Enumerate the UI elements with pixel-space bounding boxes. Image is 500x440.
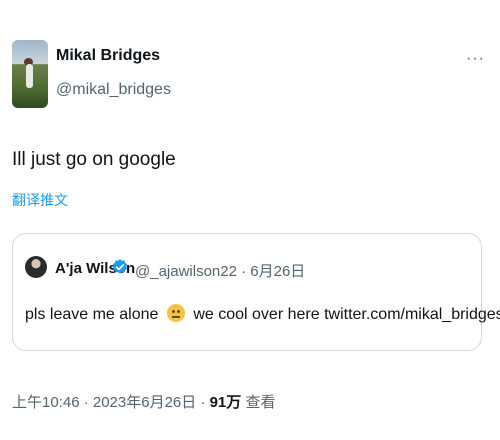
tweet-footer: 上午10:46 · 2023年6月26日 · 91万 查看 — [12, 391, 275, 412]
tweet-timestamp[interactable]: 上午10:46 · 2023年6月26日 · — [12, 394, 210, 411]
views-label: 查看 — [241, 394, 276, 411]
verified-badge-icon — [112, 259, 128, 274]
author-name[interactable]: Mikal Bridges — [56, 47, 160, 65]
author-avatar[interactable] — [12, 40, 48, 108]
translate-link[interactable]: 翻译推文 — [12, 190, 68, 210]
quoted-text-before: pls leave me alone — [25, 306, 159, 323]
avatar-figure-body — [26, 64, 33, 88]
quoted-tweet[interactable]: A'ja Wilson @_ajawilson22 · 6月26日 pls le… — [12, 233, 500, 351]
more-horizontal-icon[interactable]: ··· — [466, 50, 485, 68]
views-count: 91万 — [209, 394, 242, 411]
quoted-text: pls leave me alone we cool over here twi… — [25, 304, 500, 324]
quoted-meta: @_ajawilson22 · 6月26日 — [135, 263, 306, 280]
author-handle[interactable]: @mikal_bridges — [56, 81, 171, 99]
quoted-text-after: we cool over here twitter.com/mikal_brid… — [193, 306, 500, 323]
quoted-author-avatar[interactable] — [25, 256, 47, 278]
tweet-text: Ill just go on google — [12, 149, 176, 170]
neutral-face-emoji-icon — [166, 304, 185, 322]
